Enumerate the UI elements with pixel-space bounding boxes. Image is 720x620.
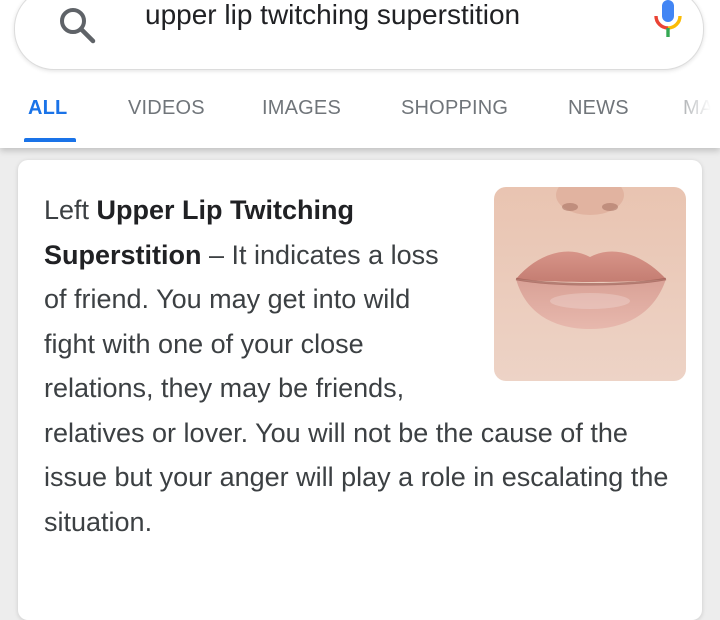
tab-news[interactable]: NEWS — [568, 96, 629, 120]
top-bar: upper lip twitching superstition ALL VID… — [0, 0, 720, 148]
snippet-text: Left Upper Lip Twitching Superstition – … — [44, 187, 686, 544]
lips-image — [494, 187, 686, 381]
microphone-icon[interactable] — [651, 0, 685, 42]
search-box[interactable]: upper lip twitching superstition — [14, 0, 704, 70]
tabs-fade — [660, 86, 720, 148]
tab-videos[interactable]: VIDEOS — [128, 96, 205, 120]
tab-all[interactable]: ALL — [28, 96, 67, 120]
search-icon[interactable] — [57, 5, 97, 45]
tab-shopping[interactable]: SHOPPING — [401, 96, 508, 120]
search-tabs: ALL VIDEOS IMAGES SHOPPING NEWS MA — [0, 86, 720, 148]
lips-thumbnail[interactable] — [494, 187, 686, 381]
tab-images[interactable]: IMAGES — [262, 96, 341, 120]
active-tab-indicator — [24, 138, 76, 142]
search-input[interactable]: upper lip twitching superstition — [145, 0, 520, 33]
snippet-lead: Left — [44, 195, 97, 225]
featured-snippet-card[interactable]: Left Upper Lip Twitching Superstition – … — [18, 160, 702, 620]
